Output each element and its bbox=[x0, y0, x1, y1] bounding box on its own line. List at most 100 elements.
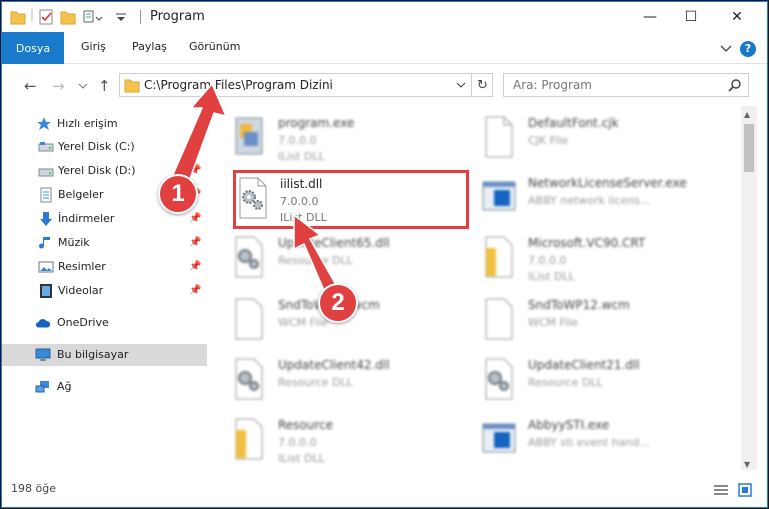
title-bar: | Program — ☐ ✕ bbox=[2, 2, 767, 32]
tab-view[interactable]: Görünüm bbox=[189, 40, 240, 53]
file-version: 7.0.0.0 bbox=[278, 134, 317, 147]
large-icons-view-icon[interactable] bbox=[738, 483, 752, 497]
file-name: UpdateClient65.dll bbox=[278, 236, 390, 250]
file-item[interactable]: AbbyySTI.exe ABBY sti event hand... bbox=[464, 412, 704, 470]
file-item[interactable]: Microsoft.VC90.CRT 7.0.0.0 IList DLL bbox=[464, 230, 704, 288]
recent-locations-icon[interactable] bbox=[78, 83, 88, 91]
file-item[interactable]: DefaultFont.cjk CJK File bbox=[464, 110, 704, 168]
details-view-icon[interactable] bbox=[714, 484, 728, 496]
file-name: Microsoft.VC90.CRT bbox=[528, 236, 646, 250]
file-type: Resource DLL bbox=[528, 376, 603, 389]
ribbon: Dosya Giriş Paylaş Görünüm ? bbox=[2, 32, 767, 64]
pictures-icon bbox=[38, 261, 54, 273]
maximize-button[interactable]: ☐ bbox=[668, 2, 714, 32]
file-name: NetworkLicenseServer.exe bbox=[528, 176, 687, 190]
customize-toolbar-icon[interactable] bbox=[82, 8, 106, 26]
sidebar-item-local-disk-c[interactable]: Yerel Disk (C:) 📌 bbox=[2, 136, 207, 158]
step-badge-1: 1 bbox=[158, 174, 198, 214]
sidebar-item-this-pc[interactable]: Bu bilgisayar bbox=[2, 344, 207, 366]
sidebar-item-pictures[interactable]: Resimler 📌 bbox=[2, 256, 207, 278]
status-bar: 198 öğe bbox=[2, 476, 767, 507]
refresh-icon: ↻ bbox=[477, 77, 488, 93]
vertical-scrollbar[interactable]: ▲ ▼ bbox=[741, 106, 757, 470]
back-arrow-icon[interactable]: ← bbox=[24, 77, 37, 95]
file-version: 7.0.0.0 bbox=[278, 436, 317, 449]
file-name: program.exe bbox=[278, 116, 355, 130]
address-path: C:\Program Files\Program Dizini bbox=[144, 78, 333, 92]
sidebar-item-label: Yerel Disk (C:) bbox=[58, 140, 135, 153]
file-item[interactable]: UpdateClient42.dll Resource DLL bbox=[214, 352, 454, 410]
new-folder-icon[interactable] bbox=[60, 8, 76, 26]
file-item[interactable]: NetworkLicenseServer.exe ABBY network li… bbox=[464, 170, 704, 228]
pin-icon: 📌 bbox=[189, 237, 202, 248]
sidebar-item-label: Resimler bbox=[58, 260, 106, 273]
sidebar-item-onedrive[interactable]: OneDrive bbox=[2, 312, 207, 334]
file-description: IList DLL bbox=[278, 452, 325, 465]
sidebar-item-label: Videolar bbox=[58, 284, 104, 297]
scroll-down-icon[interactable]: ▼ bbox=[744, 460, 750, 469]
exe-window-icon bbox=[482, 423, 516, 453]
highlight-box bbox=[233, 170, 469, 229]
navigation-pane: Hızlı erişim Yerel Disk (C:) 📌 Yerel Dis… bbox=[2, 106, 207, 470]
file-item[interactable]: Resource 7.0.0.0 IList DLL bbox=[214, 412, 454, 470]
file-name: Resource bbox=[278, 418, 334, 432]
sidebar-item-quick-access[interactable]: Hızlı erişim bbox=[2, 113, 207, 135]
file-list: program.exe 7.0.0.0 IList DLL DefaultFon… bbox=[214, 106, 741, 470]
separator: | bbox=[30, 7, 35, 21]
search-icon bbox=[728, 79, 741, 92]
tab-home[interactable]: Giriş bbox=[81, 40, 106, 53]
pin-icon: 📌 bbox=[189, 165, 202, 176]
up-arrow-icon[interactable]: ↑ bbox=[98, 77, 111, 95]
file-type: CJK File bbox=[528, 134, 569, 147]
search-placeholder: Ara: Program bbox=[513, 78, 592, 92]
scrollbar-thumb[interactable] bbox=[744, 124, 754, 172]
help-icon[interactable]: ? bbox=[740, 41, 756, 57]
music-icon bbox=[39, 237, 50, 249]
file-item[interactable]: SndToWP12.wcm WCM File bbox=[464, 292, 704, 350]
blank-file-icon bbox=[485, 116, 513, 158]
address-bar[interactable]: C:\Program Files\Program Dizini bbox=[119, 73, 493, 97]
folder-icon bbox=[10, 11, 26, 25]
pin-icon: 📌 bbox=[189, 261, 202, 272]
pin-icon: 📌 bbox=[189, 213, 202, 224]
scroll-up-icon[interactable]: ▲ bbox=[744, 110, 750, 119]
file-item[interactable]: UpdateClient65.dll Resource DLL bbox=[214, 230, 454, 288]
file-name: UpdateClient42.dll bbox=[278, 358, 390, 372]
file-description: IList DLL bbox=[278, 150, 325, 163]
sidebar-item-label: Hızlı erişim bbox=[57, 117, 118, 130]
navigation-bar: ← → ↑ C:\Program Files\Program Dizini ↻ … bbox=[2, 65, 767, 105]
tab-file[interactable]: Dosya bbox=[2, 32, 64, 64]
refresh-button[interactable]: ↻ bbox=[471, 73, 493, 97]
dll-gear-icon bbox=[235, 358, 263, 400]
minimize-button[interactable]: — bbox=[627, 2, 673, 32]
sidebar-item-label: Müzik bbox=[58, 236, 90, 249]
properties-icon[interactable] bbox=[38, 8, 54, 26]
explorer-window: | Program — ☐ ✕ Dosya Giriş Paylaş Görün… bbox=[1, 1, 768, 508]
sidebar-item-network[interactable]: Ağ bbox=[2, 376, 207, 398]
file-type: WCM File bbox=[278, 316, 328, 329]
cloud-icon bbox=[35, 319, 51, 328]
sidebar-item-videos[interactable]: Videolar 📌 bbox=[2, 280, 207, 302]
forward-arrow-icon[interactable]: → bbox=[52, 77, 65, 95]
network-icon bbox=[35, 381, 49, 393]
file-version: 7.0.0.0 bbox=[528, 254, 567, 267]
tab-share[interactable]: Paylaş bbox=[132, 40, 167, 53]
address-dropdown-icon[interactable] bbox=[456, 82, 466, 90]
file-item[interactable]: program.exe 7.0.0.0 IList DLL bbox=[214, 110, 454, 168]
window-title: Program bbox=[150, 9, 205, 24]
file-name: AbbyySTI.exe bbox=[528, 418, 610, 432]
step-badge-2: 2 bbox=[318, 283, 358, 323]
sidebar-item-label: Bu bilgisayar bbox=[57, 348, 129, 361]
dll-gear-icon bbox=[235, 236, 263, 278]
close-button[interactable]: ✕ bbox=[714, 2, 760, 32]
expand-ribbon-icon[interactable] bbox=[720, 44, 732, 54]
sidebar-item-music[interactable]: Müzik 📌 bbox=[2, 232, 207, 254]
sidebar-item-label: Ağ bbox=[57, 380, 72, 393]
dropdown-arrow-icon[interactable] bbox=[114, 8, 128, 26]
search-input[interactable]: Ara: Program bbox=[503, 73, 749, 97]
file-item[interactable]: UpdateClient21.dll Resource DLL bbox=[464, 352, 704, 410]
item-count: 198 öğe bbox=[11, 482, 56, 495]
file-name: DefaultFont.cjk bbox=[528, 116, 619, 130]
videos-icon bbox=[40, 284, 52, 298]
file-type: ABBY sti event hand... bbox=[528, 436, 650, 449]
